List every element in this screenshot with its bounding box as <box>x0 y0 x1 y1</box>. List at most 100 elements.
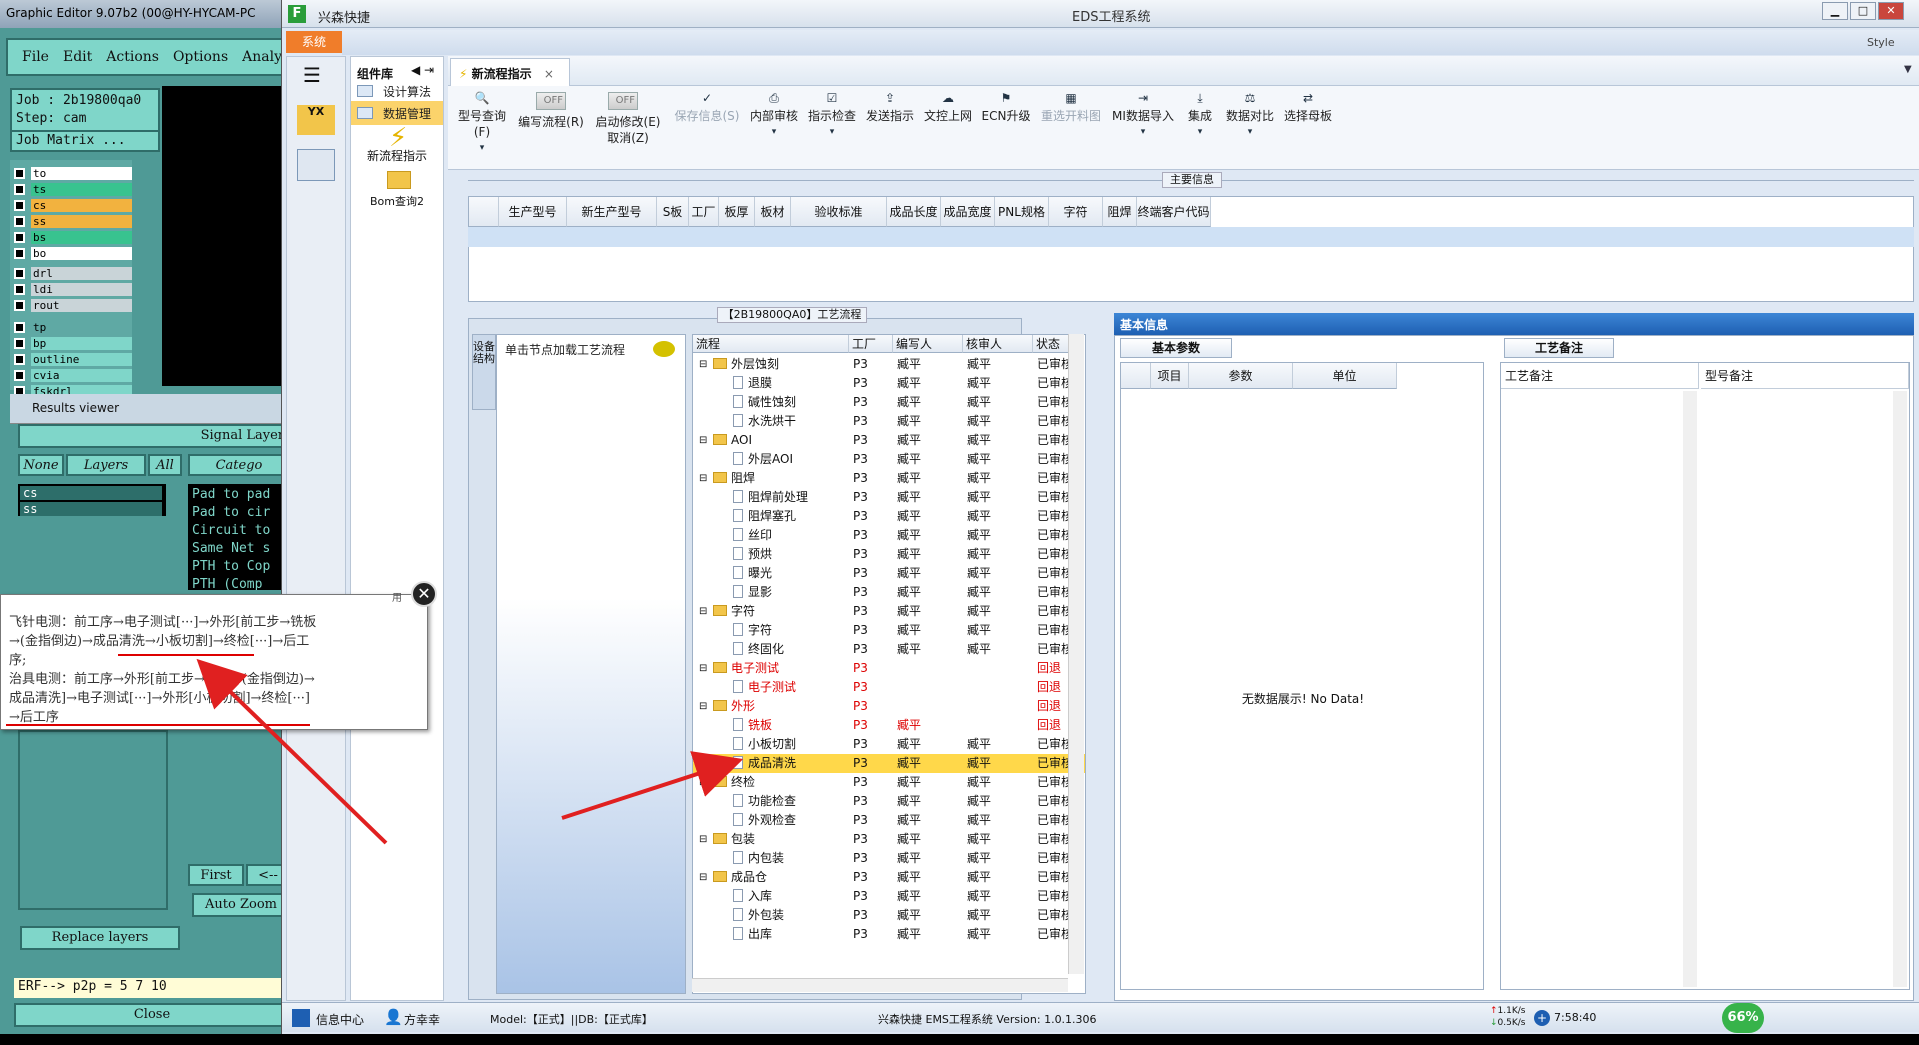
none-button[interactable]: None <box>18 454 64 476</box>
reselect-cutting-button[interactable]: ▦ 重选开料图 <box>1036 90 1106 124</box>
layer-checkbox[interactable] <box>14 321 25 333</box>
tree-row[interactable]: 电子测试 ⊟ P3 回退 <box>693 659 1085 678</box>
layer-checkbox[interactable] <box>14 299 25 311</box>
layer-checkbox[interactable] <box>14 369 25 381</box>
tree-row[interactable]: 入库 P3 臧平 臧平 已审核 <box>693 887 1085 906</box>
add-icon[interactable]: + <box>1534 1010 1550 1026</box>
auto-zoom-button[interactable]: Auto Zoom <box>192 893 290 917</box>
layer-row[interactable]: outline <box>14 352 132 366</box>
layer-row[interactable]: bp <box>14 336 132 350</box>
layer-checkbox[interactable] <box>14 267 25 279</box>
tree-row[interactable]: 包装 ⊟ P3 臧平 臧平 已审核 <box>693 830 1085 849</box>
tree-row[interactable]: 水洗烘干 P3 臧平 臧平 已审核 <box>693 412 1085 431</box>
expand-collapse-icon[interactable]: ⊟ <box>699 868 707 887</box>
yx-module-icon[interactable]: YX <box>297 105 335 135</box>
bom-query-tool[interactable]: Bom查询2 <box>351 193 443 209</box>
popup-close-icon[interactable]: ✕ <box>411 581 437 607</box>
close-icon[interactable]: ✕ <box>1878 2 1904 20</box>
tree-row[interactable]: 曝光 P3 臧平 臧平 已审核 <box>693 564 1085 583</box>
data-compare-button[interactable]: ⚖ 数据对比 ▾ <box>1222 90 1278 142</box>
tree-row[interactable]: 丝印 P3 臧平 臧平 已审核 <box>693 526 1085 545</box>
windows-grid-icon[interactable] <box>292 1009 310 1027</box>
menu-file[interactable]: File <box>22 49 49 65</box>
style-menu[interactable]: Style <box>1867 36 1895 49</box>
mi-import-button[interactable]: ⇥ MI数据导入 ▾ <box>1108 90 1178 142</box>
column-header[interactable]: 流程 <box>693 335 849 353</box>
list-item[interactable]: Pad to pad <box>192 486 286 504</box>
tree-row[interactable]: 内包装 P3 臧平 臧平 已审核 <box>693 849 1085 868</box>
layer-checkbox[interactable] <box>14 353 25 365</box>
tree-row[interactable]: 外包装 P3 臧平 臧平 已审核 <box>693 906 1085 925</box>
layer-row[interactable]: ts <box>14 182 132 196</box>
internal-review-button[interactable]: ⎙ 内部审核 ▾ <box>746 90 802 142</box>
nav-item-data-mgmt[interactable]: 数据管理 <box>351 101 443 125</box>
maximize-icon[interactable]: □ <box>1850 2 1876 20</box>
tree-row[interactable]: 退膜 P3 臧平 臧平 已审核 <box>693 374 1085 393</box>
expand-collapse-icon[interactable]: ⊟ <box>699 659 707 678</box>
write-flow-toggle[interactable]: OFF <box>536 92 566 110</box>
tree-row[interactable]: 外观检查 P3 臧平 臧平 已审核 <box>693 811 1085 830</box>
column-header[interactable]: 核审人 <box>963 335 1033 353</box>
tree-row[interactable]: 显影 P3 臧平 臧平 已审核 <box>693 583 1085 602</box>
layer-row[interactable]: ss <box>14 214 132 228</box>
column-header[interactable]: 单位 <box>1293 363 1397 389</box>
calculator-icon[interactable] <box>297 149 335 181</box>
column-header[interactable]: 验收标准 <box>791 197 887 227</box>
column-header[interactable]: 字符 <box>1049 197 1103 227</box>
tree-scrollbar[interactable] <box>1068 334 1084 974</box>
send-instruction-button[interactable]: ⇪ 发送指示 <box>862 90 918 124</box>
column-header[interactable]: 新生产型号 <box>567 197 657 227</box>
tree-row[interactable]: 预烘 P3 臧平 臧平 已审核 <box>693 545 1085 564</box>
column-header[interactable]: 项目 <box>1151 363 1189 389</box>
tree-row[interactable]: 阻焊塞孔 P3 臧平 臧平 已审核 <box>693 507 1085 526</box>
column-header[interactable]: 板材 <box>755 197 791 227</box>
list-item[interactable]: PTH to Cop <box>192 558 286 576</box>
layer-checkbox[interactable] <box>14 231 25 243</box>
tab-basic-params[interactable]: 基本参数 <box>1120 338 1232 358</box>
layer-checkbox[interactable] <box>14 283 25 295</box>
column-header[interactable]: 编写人 <box>893 335 963 353</box>
tree-row[interactable]: 字符 P3 臧平 臧平 已审核 <box>693 621 1085 640</box>
expand-collapse-icon[interactable]: ⊟ <box>699 355 707 374</box>
layers-button[interactable]: Layers <box>66 454 146 476</box>
tree-row[interactable]: 碱性蚀刻 P3 臧平 臧平 已审核 <box>693 393 1085 412</box>
minimize-icon[interactable]: ▁ <box>1822 2 1848 20</box>
list-item[interactable]: cs <box>20 486 162 500</box>
new-flow-tool[interactable]: 新流程指示 <box>351 147 443 164</box>
replace-layers-button[interactable]: Replace layers <box>20 926 180 950</box>
collapse-arrow-icon[interactable]: ◀ ⇥ <box>411 63 434 77</box>
nav-item-design-algo[interactable]: 设计算法 <box>351 79 443 103</box>
instruction-check-button[interactable]: ☑ 指示检查 ▾ <box>804 90 860 142</box>
tree-row[interactable]: 外层AOI P3 臧平 臧平 已审核 <box>693 450 1085 469</box>
layer-row[interactable]: tp <box>14 320 132 334</box>
tree-row[interactable]: 功能检查 P3 臧平 臧平 已审核 <box>693 792 1085 811</box>
layer-checkbox[interactable] <box>14 183 25 195</box>
model-query-button[interactable]: 🔍 型号查询(F) ▾ <box>450 90 514 158</box>
tree-row[interactable]: 字符 ⊟ P3 臧平 臧平 已审核 <box>693 602 1085 621</box>
layer-row[interactable]: ldi <box>14 282 132 296</box>
layer-row[interactable]: rout <box>14 298 132 312</box>
list-item[interactable]: ss <box>20 502 162 516</box>
tree-row[interactable]: 小板切割 P3 臧平 臧平 已审核 <box>693 735 1085 754</box>
tree-row[interactable]: 终固化 P3 臧平 臧平 已审核 <box>693 640 1085 659</box>
tab-new-flow[interactable]: ⚡ 新流程指示 × <box>450 58 570 86</box>
save-info-button[interactable]: ✓ 保存信息(S) <box>672 90 742 124</box>
first-button[interactable]: First <box>188 864 244 886</box>
cam-canvas[interactable] <box>162 86 290 386</box>
column-header[interactable]: 参数 <box>1189 363 1293 389</box>
expand-collapse-icon[interactable]: ⊟ <box>699 431 707 450</box>
tab-process-notes[interactable]: 工艺备注 <box>1504 338 1614 358</box>
layer-row[interactable]: bs <box>14 230 132 244</box>
tree-hscrollbar[interactable] <box>692 978 1068 992</box>
tree-row[interactable]: 外层蚀刻 ⊟ P3 臧平 臧平 已审核 <box>693 355 1085 374</box>
notes-scrollbar[interactable] <box>1683 391 1697 987</box>
tree-row[interactable]: 成品仓 ⊟ P3 臧平 臧平 已审核 <box>693 868 1085 887</box>
system-tab[interactable]: 系统 <box>286 31 342 53</box>
select-mother-board-button[interactable]: ⇄ 选择母板 <box>1280 90 1336 124</box>
column-header[interactable]: 成品长度 <box>887 197 941 227</box>
column-header[interactable]: S板 <box>657 197 689 227</box>
ecn-upgrade-button[interactable]: ⚑ ECN升级 <box>978 90 1034 124</box>
tree-row[interactable]: AOI ⊟ P3 臧平 臧平 已审核 <box>693 431 1085 450</box>
category-header[interactable]: Catego <box>188 454 290 476</box>
layer-checkbox[interactable] <box>14 337 25 349</box>
